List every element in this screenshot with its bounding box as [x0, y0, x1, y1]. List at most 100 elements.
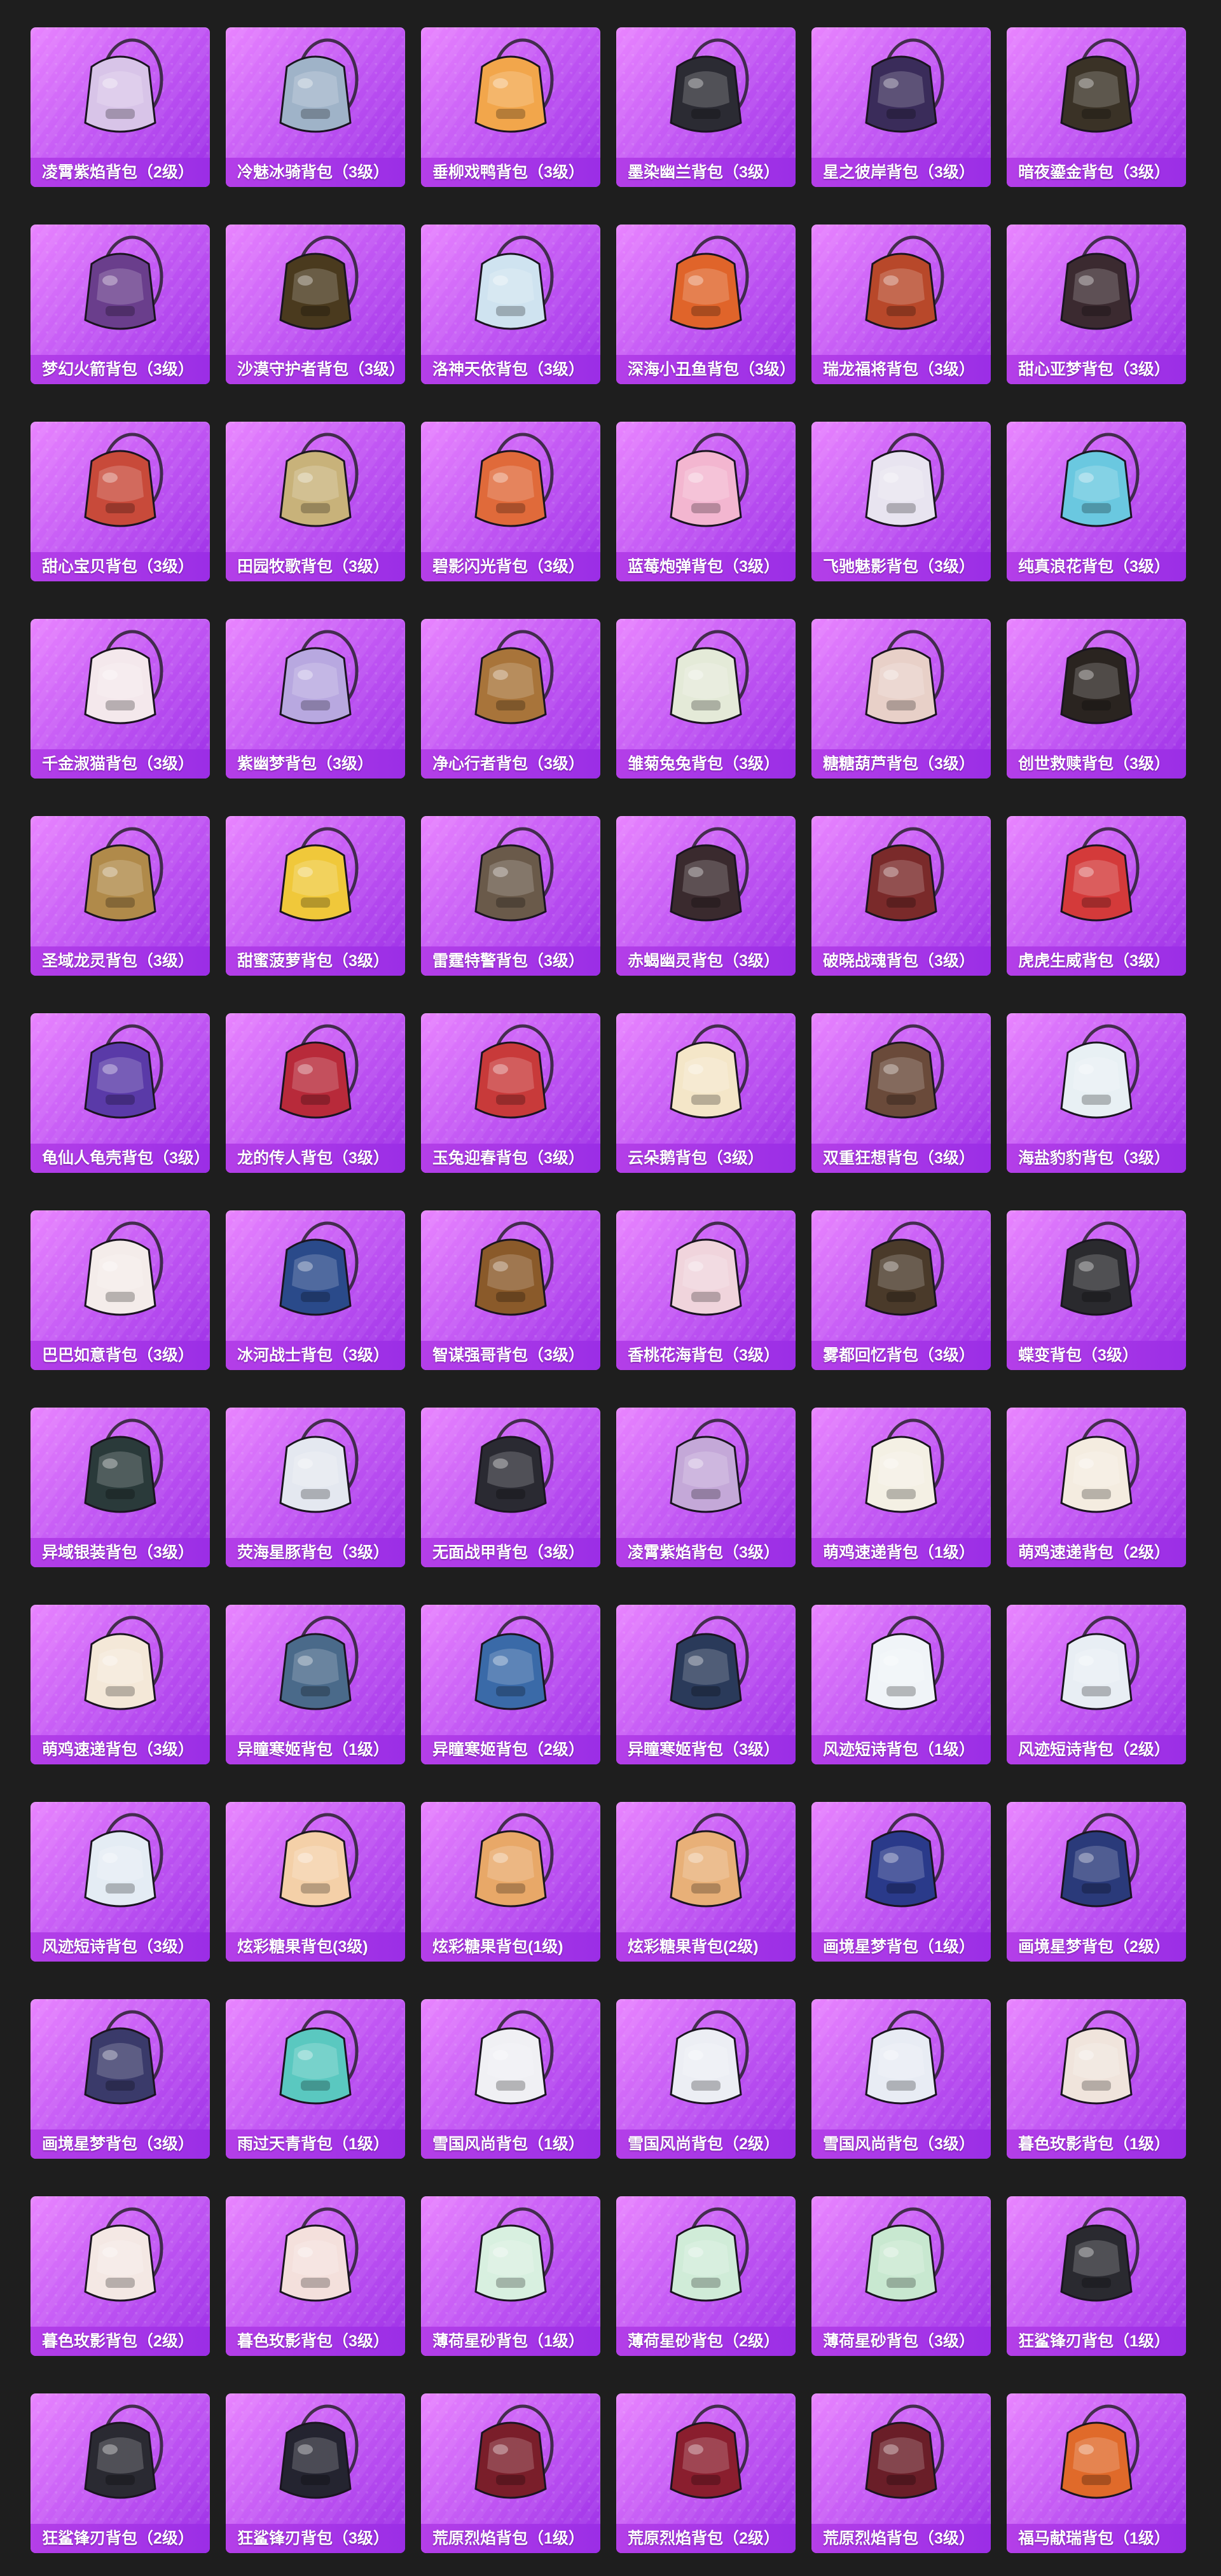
backpack-name: 狂鲨锋刃背包（3级）: [226, 2524, 405, 2553]
backpack-card[interactable]: 异瞳寒姬背包（1级）: [226, 1605, 405, 1764]
backpack-card[interactable]: 龙的传人背包（3级）: [226, 1013, 405, 1173]
backpack-card[interactable]: 糖糖葫芦背包（3级）: [811, 619, 991, 779]
backpack-card[interactable]: 福马献瑞背包（1级）: [1007, 2393, 1186, 2553]
backpack-card[interactable]: 田园牧歌背包（3级）: [226, 422, 405, 581]
backpack-icon: [1060, 1616, 1140, 1710]
backpack-card[interactable]: 异域银装背包（3级）: [31, 1408, 210, 1567]
backpack-card[interactable]: 狂鲨锋刃背包（1级）: [1007, 2196, 1186, 2356]
backpack-card[interactable]: 风迹短诗背包（3级）: [31, 1802, 210, 1962]
backpack-card[interactable]: 薄荷星砂背包（3级）: [811, 2196, 991, 2356]
backpack-card[interactable]: 暮色玫影背包（1级）: [1007, 1999, 1186, 2159]
backpack-card[interactable]: 净心行者背包（3级）: [421, 619, 600, 779]
backpack-card[interactable]: 香桃花海背包（3级）: [616, 1210, 796, 1370]
backpack-card[interactable]: 圣域龙灵背包（3级）: [31, 816, 210, 976]
backpack-card[interactable]: 荒原烈焰背包（1级）: [421, 2393, 600, 2553]
backpack-card[interactable]: 甜心宝贝背包（3级）: [31, 422, 210, 581]
backpack-card[interactable]: 雏菊兔兔背包（3级）: [616, 619, 796, 779]
backpack-card[interactable]: 异瞳寒姬背包（3级）: [616, 1605, 796, 1764]
backpack-card[interactable]: 暮色玫影背包（3级）: [226, 2196, 405, 2356]
backpack-card[interactable]: 雪国风尚背包（3级）: [811, 1999, 991, 2159]
backpack-card[interactable]: 瑞龙福将背包（3级）: [811, 225, 991, 384]
backpack-name: 紫幽梦背包（3级）: [226, 749, 405, 779]
backpack-card[interactable]: 玉兔迎春背包（3级）: [421, 1013, 600, 1173]
backpack-icon: [670, 827, 749, 922]
backpack-card[interactable]: 破晓战魂背包（3级）: [811, 816, 991, 976]
backpack-card[interactable]: 巴巴如意背包（3级）: [31, 1210, 210, 1370]
backpack-card[interactable]: 甜心亚梦背包（3级）: [1007, 225, 1186, 384]
backpack-card[interactable]: 凌霄紫焰背包（2级）: [31, 27, 210, 187]
backpack-name: 雪国风尚背包（1级）: [421, 2129, 600, 2159]
backpack-icon: [84, 1813, 163, 1908]
backpack-card[interactable]: 荒原烈焰背包（2级）: [616, 2393, 796, 2553]
backpack-card[interactable]: 甜蜜菠萝背包（3级）: [226, 816, 405, 976]
backpack-card[interactable]: 星之彼岸背包（3级）: [811, 27, 991, 187]
backpack-card[interactable]: 冷魅冰骑背包（3级）: [226, 27, 405, 187]
backpack-card[interactable]: 垂柳戏鸭背包（3级）: [421, 27, 600, 187]
backpack-image: [1007, 816, 1186, 946]
backpack-image: [1007, 27, 1186, 158]
backpack-card[interactable]: 暗夜鎏金背包（3级）: [1007, 27, 1186, 187]
backpack-card[interactable]: 荧海星豚背包（3级）: [226, 1408, 405, 1567]
backpack-name: 炫彩糖果背包(1级): [421, 1932, 600, 1962]
backpack-card[interactable]: 海盐豹豹背包（3级）: [1007, 1013, 1186, 1173]
backpack-icon: [474, 827, 554, 922]
backpack-card[interactable]: 紫幽梦背包（3级）: [226, 619, 405, 779]
backpack-card[interactable]: 凌霄紫焰背包（3级）: [616, 1408, 796, 1567]
backpack-card[interactable]: 雨过天青背包（1级）: [226, 1999, 405, 2159]
backpack-card[interactable]: 虎虎生威背包（3级）: [1007, 816, 1186, 976]
backpack-card[interactable]: 墨染幽兰背包（3级）: [616, 27, 796, 187]
backpack-card[interactable]: 雪国风尚背包（1级）: [421, 1999, 600, 2159]
backpack-icon: [865, 2404, 944, 2499]
backpack-card[interactable]: 智谋强哥背包（3级）: [421, 1210, 600, 1370]
backpack-card[interactable]: 萌鸡速递背包（3级）: [31, 1605, 210, 1764]
backpack-name: 蝶变背包（3级）: [1007, 1341, 1186, 1370]
backpack-name: 荧海星豚背包（3级）: [226, 1538, 405, 1567]
backpack-card[interactable]: 云朵鹅背包（3级）: [616, 1013, 796, 1173]
backpack-image: [226, 225, 405, 355]
backpack-image: [421, 1013, 600, 1144]
backpack-icon: [1060, 235, 1140, 330]
backpack-card[interactable]: 暮色玫影背包（2级）: [31, 2196, 210, 2356]
backpack-card[interactable]: 炫彩糖果背包(2级): [616, 1802, 796, 1962]
backpack-card[interactable]: 雪国风尚背包（2级）: [616, 1999, 796, 2159]
backpack-card[interactable]: 纯真浪花背包（3级）: [1007, 422, 1186, 581]
backpack-card[interactable]: 洛神天依背包（3级）: [421, 225, 600, 384]
backpack-card[interactable]: 无面战甲背包（3级）: [421, 1408, 600, 1567]
backpack-card[interactable]: 双重狂想背包（3级）: [811, 1013, 991, 1173]
backpack-card[interactable]: 梦幻火箭背包（3级）: [31, 225, 210, 384]
backpack-card[interactable]: 画境星梦背包（1级）: [811, 1802, 991, 1962]
backpack-card[interactable]: 沙漠守护者背包（3级）: [226, 225, 405, 384]
backpack-card[interactable]: 飞驰魅影背包（3级）: [811, 422, 991, 581]
backpack-card[interactable]: 炫彩糖果背包(3级): [226, 1802, 405, 1962]
backpack-card[interactable]: 风迹短诗背包（2级）: [1007, 1605, 1186, 1764]
backpack-name: 薄荷星砂背包（1级）: [421, 2327, 600, 2356]
backpack-card[interactable]: 狂鲨锋刃背包（3级）: [226, 2393, 405, 2553]
backpack-card[interactable]: 深海小丑鱼背包（3级）: [616, 225, 796, 384]
backpack-card[interactable]: 碧影闪光背包（3级）: [421, 422, 600, 581]
backpack-card[interactable]: 风迹短诗背包（1级）: [811, 1605, 991, 1764]
backpack-card[interactable]: 千金淑猫背包（3级）: [31, 619, 210, 779]
backpack-card[interactable]: 创世救赎背包（3级）: [1007, 619, 1186, 779]
backpack-card[interactable]: 异瞳寒姬背包（2级）: [421, 1605, 600, 1764]
backpack-name: 虎虎生威背包（3级）: [1007, 946, 1186, 976]
backpack-card[interactable]: 龟仙人龟壳背包（3级）: [31, 1013, 210, 1173]
backpack-card[interactable]: 狂鲨锋刃背包（2级）: [31, 2393, 210, 2553]
backpack-card[interactable]: 蝶变背包（3级）: [1007, 1210, 1186, 1370]
backpack-card[interactable]: 画境星梦背包（3级）: [31, 1999, 210, 2159]
backpack-card[interactable]: 赤蝎幽灵背包（3级）: [616, 816, 796, 976]
backpack-card[interactable]: 蓝莓炮弹背包（3级）: [616, 422, 796, 581]
backpack-card[interactable]: 萌鸡速递背包（1级）: [811, 1408, 991, 1567]
backpack-name: 薄荷星砂背包（3级）: [811, 2327, 991, 2356]
backpack-card[interactable]: 雾都回忆背包（3级）: [811, 1210, 991, 1370]
backpack-card[interactable]: 冰河战士背包（3级）: [226, 1210, 405, 1370]
backpack-card[interactable]: 薄荷星砂背包（1级）: [421, 2196, 600, 2356]
backpack-card[interactable]: 萌鸡速递背包（2级）: [1007, 1408, 1186, 1567]
backpack-card[interactable]: 炫彩糖果背包(1级): [421, 1802, 600, 1962]
backpack-name: 异瞳寒姬背包（3级）: [616, 1735, 796, 1764]
backpack-card[interactable]: 荒原烈焰背包（3级）: [811, 2393, 991, 2553]
backpack-card[interactable]: 画境星梦背包（2级）: [1007, 1802, 1186, 1962]
backpack-name: 破晓战魂背包（3级）: [811, 946, 991, 976]
backpack-card[interactable]: 雷霆特警背包（3级）: [421, 816, 600, 976]
backpack-card[interactable]: 薄荷星砂背包（2级）: [616, 2196, 796, 2356]
backpack-name: 双重狂想背包（3级）: [811, 1144, 991, 1173]
